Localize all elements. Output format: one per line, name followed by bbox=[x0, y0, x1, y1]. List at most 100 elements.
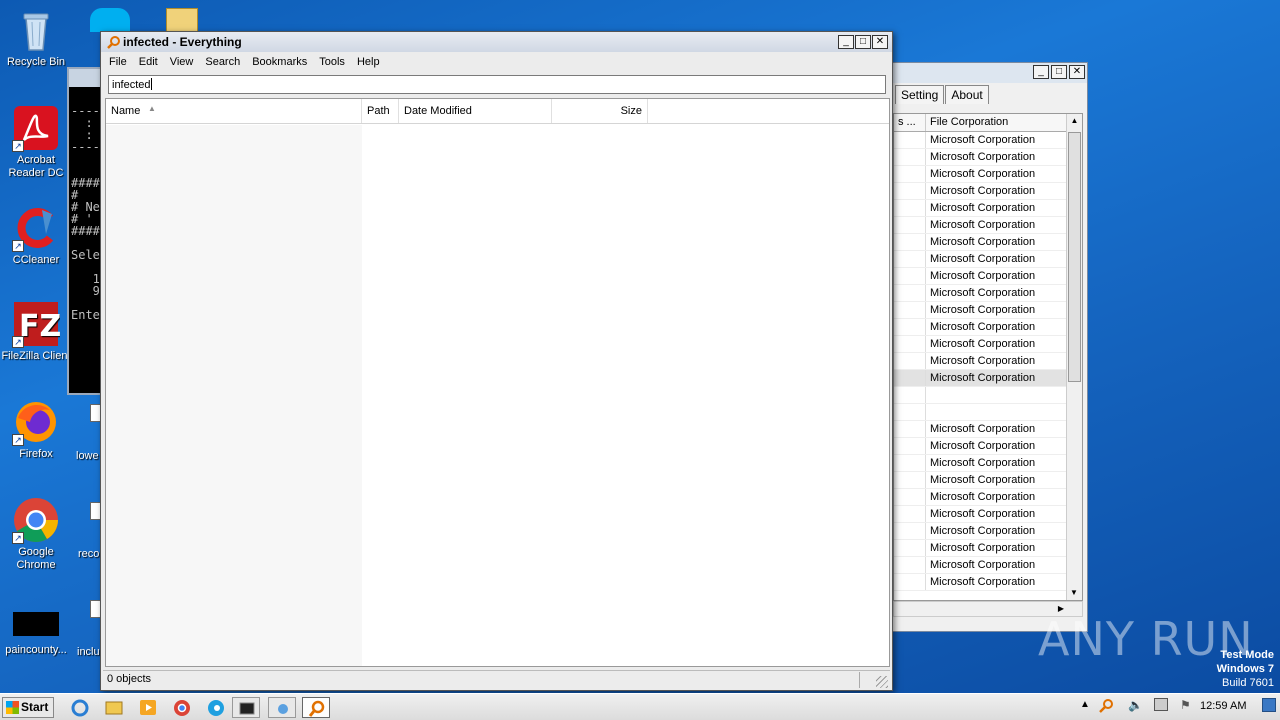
menu-view[interactable]: View bbox=[170, 56, 194, 68]
table-cell bbox=[894, 268, 926, 284]
table-row[interactable]: Microsoft Corporation bbox=[894, 472, 1082, 489]
table-row[interactable]: Microsoft Corporation bbox=[894, 540, 1082, 557]
desktop-icon-paincounty[interactable]: paincounty... bbox=[0, 606, 72, 657]
taskbar-media-player-icon[interactable] bbox=[134, 697, 162, 718]
process-window-titlebar[interactable]: _ □ ✕ bbox=[887, 63, 1087, 83]
menu-bookmarks[interactable]: Bookmarks bbox=[252, 56, 307, 68]
table-cell bbox=[894, 557, 926, 573]
table-row[interactable]: Microsoft Corporation bbox=[894, 166, 1082, 183]
column-header-size[interactable]: Size bbox=[552, 99, 648, 123]
status-panel bbox=[859, 672, 860, 688]
table-row[interactable]: Microsoft Corporation bbox=[894, 557, 1082, 574]
table-row[interactable]: Microsoft Corporation bbox=[894, 421, 1082, 438]
minimize-button[interactable]: _ bbox=[1033, 65, 1049, 79]
table-row[interactable]: Microsoft Corporation bbox=[894, 217, 1082, 234]
desktop-icon-label: Acrobat Reader DC bbox=[8, 154, 64, 179]
maximize-button[interactable]: □ bbox=[1051, 65, 1067, 79]
table-cell bbox=[894, 489, 926, 505]
file-corporation-cell: Microsoft Corporation bbox=[930, 338, 1036, 350]
desktop-icon-chrome[interactable]: ↗ Google Chrome bbox=[0, 496, 72, 572]
tray-network-icon[interactable] bbox=[1154, 698, 1168, 711]
table-row[interactable]: Microsoft Corporation bbox=[894, 523, 1082, 540]
search-input[interactable]: infected bbox=[108, 75, 886, 94]
table-row[interactable]: Microsoft Corporation bbox=[894, 183, 1082, 200]
table-row[interactable]: Microsoft Corporation bbox=[894, 574, 1082, 591]
desktop-icon-partial-folder[interactable] bbox=[166, 8, 200, 32]
table-row[interactable]: Microsoft Corporation bbox=[894, 489, 1082, 506]
tray-show-hidden-icon[interactable]: ▲ bbox=[1080, 699, 1090, 710]
vertical-scrollbar[interactable]: ▲ ▼ bbox=[1066, 114, 1082, 600]
show-desktop-button[interactable] bbox=[1262, 698, 1276, 712]
table-row[interactable] bbox=[894, 404, 1082, 421]
taskbar-ie-icon[interactable] bbox=[66, 697, 94, 718]
scroll-down-arrow-icon[interactable]: ▼ bbox=[1067, 586, 1081, 600]
menu-edit[interactable]: Edit bbox=[139, 56, 158, 68]
scroll-up-arrow-icon[interactable]: ▲ bbox=[1067, 114, 1082, 128]
table-row[interactable]: Microsoft Corporation bbox=[894, 200, 1082, 217]
menu-help[interactable]: Help bbox=[357, 56, 380, 68]
table-row[interactable]: Microsoft Corporation bbox=[894, 455, 1082, 472]
start-label: Start bbox=[21, 700, 49, 714]
table-row[interactable]: Microsoft Corporation bbox=[894, 132, 1082, 149]
taskbar-cmd-button[interactable] bbox=[232, 697, 260, 718]
taskbar-process-button[interactable] bbox=[268, 697, 296, 718]
taskbar-everything-button[interactable] bbox=[302, 697, 330, 718]
results-header: Name ▲ Path Date Modified Size bbox=[106, 99, 889, 124]
minimize-button[interactable]: _ bbox=[838, 35, 854, 49]
column-header-partial[interactable]: s ... bbox=[894, 114, 926, 131]
table-row[interactable]: Microsoft Corporation bbox=[894, 336, 1082, 353]
taskbar-clock[interactable]: 12:59 AM bbox=[1200, 700, 1246, 712]
column-header-path[interactable]: Path bbox=[362, 99, 399, 123]
tab-about[interactable]: About bbox=[945, 85, 989, 104]
menu-search[interactable]: Search bbox=[205, 56, 240, 68]
everything-window[interactable]: infected - Everything _ □ ✕ File Edit Vi… bbox=[100, 31, 893, 691]
taskbar-explorer-icon[interactable] bbox=[100, 697, 128, 718]
tab-setting[interactable]: Setting bbox=[895, 85, 945, 104]
table-cell bbox=[894, 438, 926, 454]
results-list[interactable]: Name ▲ Path Date Modified Size bbox=[105, 98, 890, 667]
maximize-button[interactable]: □ bbox=[855, 35, 871, 49]
table-row[interactable]: Microsoft Corporation bbox=[894, 506, 1082, 523]
table-cell bbox=[894, 506, 926, 522]
taskbar-edge-icon[interactable] bbox=[202, 697, 230, 718]
desktop-icon-ccleaner[interactable]: ↗ CCleaner bbox=[0, 204, 72, 267]
start-button[interactable]: Start bbox=[2, 697, 54, 718]
close-button[interactable]: ✕ bbox=[1069, 65, 1085, 79]
desktop-icon-acrobat[interactable]: ↗ Acrobat Reader DC bbox=[0, 104, 72, 180]
table-row[interactable]: Microsoft Corporation bbox=[894, 319, 1082, 336]
table-row[interactable]: Microsoft Corporation bbox=[894, 285, 1082, 302]
table-row[interactable]: Microsoft Corporation bbox=[894, 268, 1082, 285]
folder-icon bbox=[166, 8, 198, 32]
desktop-icon-filezilla[interactable]: FZ ↗ FileZilla Client bbox=[0, 300, 72, 363]
desktop-icon-recycle-bin[interactable]: Recycle Bin bbox=[0, 6, 72, 69]
table-row[interactable]: Microsoft Corporation bbox=[894, 302, 1082, 319]
menu-tools[interactable]: Tools bbox=[319, 56, 345, 68]
resize-grip-icon[interactable] bbox=[876, 676, 888, 688]
taskbar-chrome-icon[interactable] bbox=[168, 697, 196, 718]
desktop-icon-firefox[interactable]: ↗ Firefox bbox=[0, 398, 72, 461]
table-row[interactable]: Microsoft Corporation bbox=[894, 353, 1082, 370]
everything-titlebar[interactable]: infected - Everything _ □ ✕ bbox=[101, 32, 892, 52]
close-button[interactable]: ✕ bbox=[872, 35, 888, 49]
table-row[interactable]: Microsoft Corporation bbox=[894, 438, 1082, 455]
shortcut-arrow-icon: ↗ bbox=[12, 140, 24, 152]
column-header-date-modified[interactable]: Date Modified bbox=[399, 99, 552, 123]
test-mode-line3: Build 7601 bbox=[1222, 677, 1274, 689]
table-row[interactable]: Microsoft Corporation bbox=[894, 234, 1082, 251]
tray-speaker-icon[interactable]: 🔈 bbox=[1128, 698, 1143, 712]
table-row[interactable] bbox=[894, 387, 1082, 404]
menu-file[interactable]: File bbox=[109, 56, 127, 68]
table-cell bbox=[894, 370, 926, 386]
column-header-file-corporation[interactable]: File Corporation bbox=[926, 114, 1082, 131]
tray-flag-icon[interactable]: ⚑ bbox=[1180, 698, 1191, 712]
scrollbar-thumb[interactable] bbox=[1068, 132, 1081, 382]
test-mode-line2: Windows 7 bbox=[1216, 663, 1274, 675]
process-window[interactable]: _ □ ✕ Setting About s ... File Corporatio… bbox=[886, 62, 1088, 632]
column-header-name[interactable]: Name ▲ bbox=[106, 99, 362, 123]
table-row[interactable]: Microsoft Corporation bbox=[894, 370, 1082, 387]
process-list[interactable]: s ... File Corporation Microsoft Corpora… bbox=[893, 113, 1083, 601]
table-row[interactable]: Microsoft Corporation bbox=[894, 149, 1082, 166]
tray-everything-icon[interactable] bbox=[1098, 698, 1114, 717]
table-row[interactable]: Microsoft Corporation bbox=[894, 251, 1082, 268]
desktop-icon-label: inclu bbox=[77, 646, 100, 658]
